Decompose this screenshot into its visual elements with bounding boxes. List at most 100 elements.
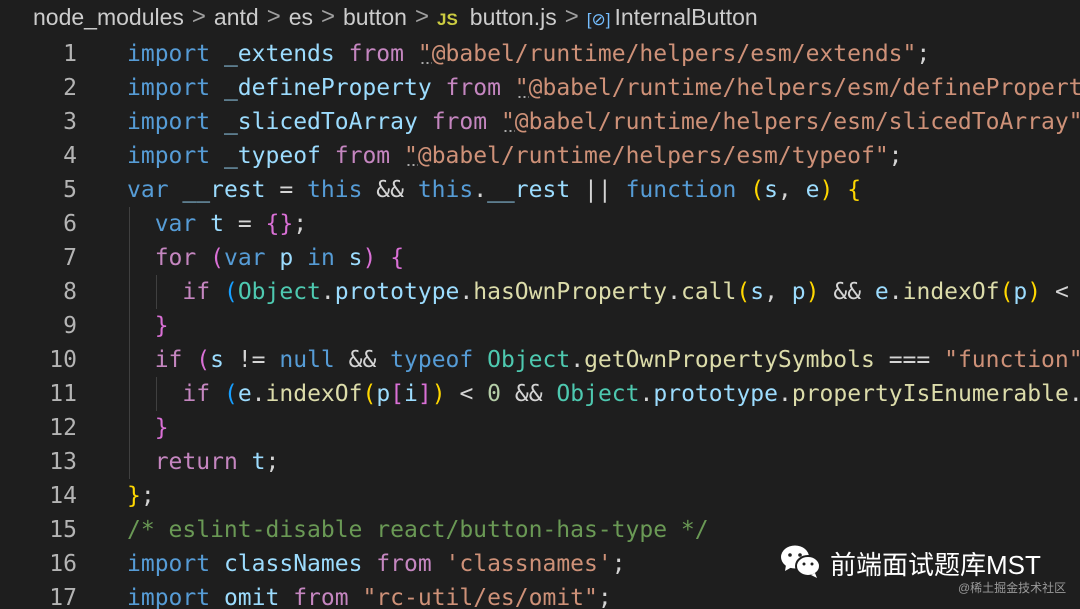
code-text: var __rest = this && this.__rest || func… [127, 173, 861, 207]
code-token: call [680, 279, 737, 305]
chevron-right-icon: > [191, 3, 206, 30]
line-number: 5 [63, 177, 77, 203]
code-token: e [805, 177, 820, 203]
code-token: if [182, 381, 211, 407]
code-line[interactable]: 12 } [0, 411, 1080, 445]
code-token: "@babel/runtime/helpers/esm/typeof" [404, 143, 889, 169]
code-token: __rest [182, 177, 266, 203]
code-line[interactable]: 4 import _typeof from "@babel/runtime/hel… [0, 139, 1080, 173]
code-text: if (Object.prototype.hasOwnProperty.call… [127, 275, 1080, 309]
code-token: ( [223, 279, 238, 305]
code-text: /* eslint-disable react/button-has-type … [127, 513, 709, 547]
line-number: 3 [63, 109, 77, 135]
code-token: "@babel/runtime/helpers/esm/slicedToArra… [500, 109, 1080, 135]
code-token: "function" [944, 347, 1080, 373]
code-token: s [750, 279, 765, 305]
code-token: in [307, 245, 335, 271]
line-number: 12 [49, 415, 77, 441]
code-token: . [570, 347, 585, 373]
breadcrumb-es[interactable]: es [289, 4, 313, 31]
code-token: != [223, 347, 280, 373]
code-token: from [348, 41, 404, 67]
code-token: "@babel/runtime/helpers/esm/defineProper… [514, 75, 1080, 101]
breadcrumb-node-modules[interactable]: node_modules [33, 4, 184, 31]
code-token: ) [362, 245, 377, 271]
code-token: ) [805, 279, 820, 305]
code-token: ) [431, 381, 446, 407]
code-token: ; [916, 41, 931, 67]
code-token: ; [265, 449, 280, 475]
code-token: omit [223, 585, 280, 609]
code-token: indexOf [265, 381, 363, 407]
code-line[interactable]: 11 if (e.indexOf(p[i]) < 0 && Object.pro… [0, 377, 1080, 411]
code-editor[interactable]: 1 import _extends from "@babel/runtime/he… [0, 37, 1080, 609]
code-line[interactable]: 6 var t = {}; [0, 207, 1080, 241]
line-number: 2 [63, 75, 77, 101]
code-token: , [777, 177, 806, 203]
line-number: 4 [63, 143, 77, 169]
code-text: import omit from "rc-util/es/omit"; [127, 581, 612, 609]
breadcrumb-antd[interactable]: antd [214, 4, 259, 31]
code-token: if [182, 279, 211, 305]
code-token: "@babel/runtime/helpers/esm/extends" [417, 41, 917, 67]
code-token: = [223, 211, 266, 237]
line-number: 8 [63, 279, 77, 305]
code-token: p [279, 245, 294, 271]
code-line[interactable]: 1 import _extends from "@babel/runtime/he… [0, 37, 1080, 71]
variable-symbol-icon: [⊘] [586, 9, 611, 29]
code-token: import [127, 551, 211, 577]
code-text: import _slicedToArray from "@babel/runti… [127, 105, 1080, 139]
code-token: . [639, 381, 654, 407]
watermark: 前端面试题库MST @稀土掘金技术社区 [780, 541, 1080, 609]
code-token: _extends [223, 41, 335, 67]
code-line[interactable]: 5 var __rest = this && this.__rest || fun… [0, 173, 1080, 207]
code-token: import [127, 75, 211, 101]
breadcrumb-file[interactable]: JS button.js [437, 4, 557, 31]
code-token: ; [597, 585, 612, 609]
code-token: ( [736, 279, 751, 305]
line-number: 7 [63, 245, 77, 271]
chevron-right-icon: > [266, 3, 281, 30]
code-line[interactable]: 7 for (var p in s) { [0, 241, 1080, 275]
breadcrumb-symbol[interactable]: [⊘] InternalButton [587, 4, 758, 31]
code-line[interactable]: 9 } [0, 309, 1080, 343]
code-line[interactable]: 2 import _defineProperty from "@babel/run… [0, 71, 1080, 105]
code-line[interactable]: 8 if (Object.prototype.hasOwnProperty.ca… [0, 275, 1080, 309]
code-line[interactable]: 3 import _slicedToArray from "@babel/runt… [0, 105, 1080, 139]
watermark-subtitle: @稀土掘金技术社区 [958, 581, 1067, 595]
code-token: /* eslint-disable react/button-has-type … [127, 517, 709, 543]
code-token: Object [487, 347, 571, 373]
breadcrumb-symbol-label: InternalButton [614, 3, 758, 30]
code-token: && [362, 177, 418, 203]
code-line[interactable]: 10 if (s != null && typeof Object.getOwn… [0, 343, 1080, 377]
code-token: this [417, 177, 474, 203]
code-text: return t; [127, 445, 280, 479]
code-token: classNames [223, 551, 363, 577]
code-token: var [127, 177, 169, 203]
code-token: } [154, 415, 169, 441]
code-line[interactable]: 14}; [0, 479, 1080, 513]
code-text: import _defineProperty from "@babel/runt… [127, 71, 1080, 105]
breadcrumb-button-folder[interactable]: button [343, 4, 407, 31]
code-text: if (e.indexOf(p[i]) < 0 && Object.protot… [127, 377, 1080, 411]
code-token: _defineProperty [223, 75, 432, 101]
code-line[interactable]: 13 return t; [0, 445, 1080, 479]
code-token: ( [750, 177, 765, 203]
